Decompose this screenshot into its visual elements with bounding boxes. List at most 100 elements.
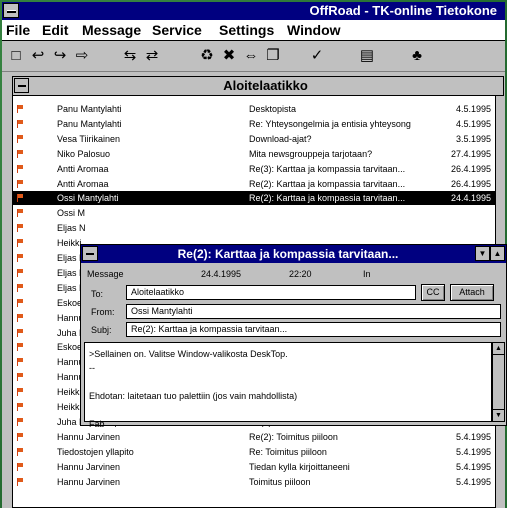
- list-item-date: 4.5.1995: [455, 104, 491, 114]
- list-item-subject: Download-ajat?: [249, 133, 312, 144]
- list-item-date: 5.4.1995: [455, 461, 491, 472]
- menu-settings[interactable]: Settings: [219, 22, 274, 38]
- trash-icon[interactable]: ♻: [197, 46, 217, 66]
- flag-icon: [17, 194, 23, 203]
- menu-bar: File Edit Message Service Settings Windo…: [2, 20, 505, 41]
- body-line: Fab: [89, 419, 105, 429]
- list-item[interactable]: Antti Aromaa Re(2): Karttaa ja kompassia …: [13, 177, 503, 191]
- maximize-icon[interactable]: ▲: [490, 246, 505, 261]
- menu-file[interactable]: File: [6, 22, 30, 38]
- app-title-bar: OffRoad - TK-online Tietokone: [2, 2, 505, 20]
- list-item-subject: Re(3): Karttaa ja kompassia tarvitaan...: [249, 163, 406, 174]
- menu-edit[interactable]: Edit: [42, 22, 68, 38]
- minimize-icon[interactable]: ▼: [475, 246, 490, 261]
- list-item-from: Hannu Jarvinen: [57, 431, 121, 442]
- list-item-from: Tiedostojen yllapito: [57, 446, 134, 457]
- insert-icon[interactable]: ⇔: [241, 46, 261, 66]
- list-item-from: Antti Aromaa: [57, 178, 109, 189]
- list-item[interactable]: Vesa Tiirikainen Download-ajat? 3.5.1995: [13, 132, 503, 146]
- body-line: [89, 403, 487, 417]
- save-icon[interactable]: ▤: [357, 46, 377, 66]
- list-item-subject: Desktopista: [249, 104, 297, 114]
- toolbar: □ ↩ ↪ ⇨ ⇆ ⇄ ♻ ✖ ⇔ ❐ ✓ ▤ ♣: [2, 41, 505, 72]
- receive-icon[interactable]: ⇆: [120, 46, 140, 66]
- message-body[interactable]: >Sellainen on. Valitse Window-valikosta …: [84, 342, 492, 429]
- list-item-date: 5.4.1995: [455, 476, 491, 487]
- flag-icon: [17, 224, 23, 233]
- list-item-from: Hannu Jarvinen: [57, 476, 121, 487]
- list-item-subject: Tiedan kylla kirjoittaneeni: [249, 461, 350, 472]
- subj-label: Subj:: [91, 325, 112, 335]
- list-item[interactable]: Ossi Mantylahti Re(2): Karttaa ja kompass…: [13, 191, 503, 206]
- flag-icon: [17, 268, 23, 277]
- app-title: OffRoad - TK-online Tietokone: [309, 3, 497, 18]
- flag-icon: [17, 373, 23, 382]
- menu-message[interactable]: Message: [82, 22, 141, 38]
- list-item[interactable]: Antti Aromaa Re(3): Karttaa ja kompassia …: [13, 162, 503, 176]
- flag-icon: [17, 239, 23, 248]
- list-item[interactable]: Panu Mantylahti Desktopista 4.5.1995: [13, 102, 503, 116]
- flag-icon: [17, 477, 23, 486]
- address-icon[interactable]: ♣: [407, 46, 427, 66]
- list-item[interactable]: Eljas N: [13, 221, 503, 235]
- list-item[interactable]: Hannu Jarvinen Toimitus piiloon 5.4.1995: [13, 475, 503, 489]
- list-item[interactable]: Niko Palosuo Mita newsgrouppeja tarjotaan…: [13, 147, 503, 161]
- menu-service[interactable]: Service: [152, 22, 202, 38]
- from-field[interactable]: Ossi Mantylahti: [126, 304, 501, 319]
- print-icon[interactable]: ⇄: [142, 46, 162, 66]
- list-item-from: Eljas N: [57, 223, 86, 234]
- flag-icon: [17, 283, 23, 292]
- reply-icon[interactable]: ↩: [28, 46, 48, 66]
- cc-button[interactable]: CC: [421, 284, 445, 301]
- scroll-up-icon[interactable]: ▲: [493, 343, 504, 355]
- message-window: Re(2): Karttaa ja kompassia tarvitaan...…: [80, 244, 507, 429]
- list-item-subject: Re(2): Karttaa ja kompassia tarvitaan...: [249, 193, 406, 204]
- to-label: To:: [91, 289, 104, 299]
- list-item[interactable]: Hannu Jarvinen Re(2): Toimitus piiloon 5.4…: [13, 430, 503, 444]
- copy-icon[interactable]: ❐: [263, 46, 283, 66]
- list-item-subject: Toimitus piiloon: [249, 476, 311, 487]
- forward-icon[interactable]: ↪: [50, 46, 70, 66]
- list-item-subject: Re(2): Karttaa ja kompassia tarvitaan...: [249, 178, 406, 189]
- flag-icon: [17, 328, 23, 337]
- body-line: >Sellainen on. Valitse Window-valikosta …: [89, 349, 288, 359]
- list-item-date: 5.4.1995: [455, 446, 491, 457]
- scroll-down-icon[interactable]: ▼: [493, 409, 504, 421]
- list-item-from: Ossi Mantylahti: [57, 193, 119, 204]
- list-item[interactable]: Panu Mantylahti Re: Yhteysongelmia ja ent…: [13, 117, 503, 131]
- flag-icon: [17, 164, 23, 173]
- flag-icon: [17, 105, 23, 113]
- flag-icon: [17, 447, 23, 456]
- message-date: 24.4.1995: [201, 269, 242, 279]
- flag-icon: [17, 134, 23, 143]
- mark-icon[interactable]: ✓: [307, 46, 327, 66]
- message-system-menu-icon[interactable]: [82, 246, 98, 261]
- list-item[interactable]: Ossi M: [13, 206, 503, 220]
- flag-icon: [17, 417, 23, 426]
- message-title-bar: Re(2): Karttaa ja kompassia tarvitaan...…: [81, 245, 506, 263]
- flag-icon: [17, 388, 23, 397]
- list-item-from: Vesa Tiirikainen: [57, 133, 121, 144]
- subject-field[interactable]: Re(2): Karttaa ja kompassia tarvitaan...: [126, 322, 501, 337]
- new-doc-icon[interactable]: □: [6, 46, 26, 66]
- inbox-system-menu-icon[interactable]: [14, 78, 29, 93]
- attach-button[interactable]: Attach: [450, 284, 494, 301]
- inbox-title-bar: Aloitelaatikko: [13, 77, 503, 96]
- flag-icon: [17, 149, 23, 158]
- message-body-scrollbar[interactable]: ▲ ▼: [492, 342, 505, 422]
- list-item[interactable]: Tiedostojen yllapito Re: Toimitus piiloon…: [13, 445, 503, 459]
- list-item-from: Panu Mantylahti: [57, 118, 122, 129]
- flag-icon: [17, 358, 23, 367]
- send-icon[interactable]: ⇨: [72, 46, 92, 66]
- list-item-subject: Re: Yhteysongelmia ja entisia yhteysong: [249, 118, 411, 129]
- flag-icon: [17, 119, 23, 128]
- cut-icon[interactable]: ✖: [219, 46, 239, 66]
- to-field[interactable]: Aloitelaatikko: [126, 285, 416, 300]
- list-item-from: Hannu Jarvinen: [57, 461, 121, 472]
- list-item-date: 4.5.1995: [455, 118, 491, 129]
- menu-window[interactable]: Window: [287, 22, 341, 38]
- flag-icon: [17, 254, 23, 262]
- list-item[interactable]: Hannu Jarvinen Tiedan kylla kirjoittaneen…: [13, 460, 503, 474]
- system-menu-icon[interactable]: [3, 3, 19, 18]
- flag-icon: [17, 179, 23, 188]
